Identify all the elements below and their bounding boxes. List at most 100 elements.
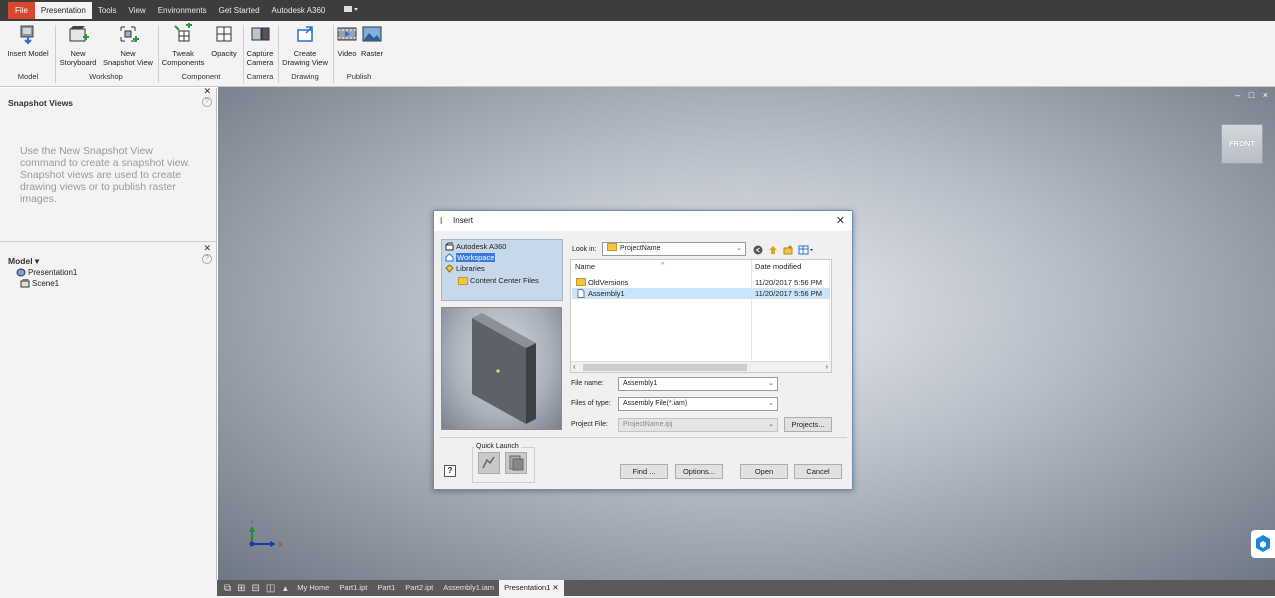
tree-item-presentation[interactable]: Presentation1 — [16, 268, 77, 277]
project-file-label: Project File: — [571, 421, 608, 428]
dialog-titlebar[interactable]: I Insert ✕ — [434, 211, 852, 231]
tab-assembly1-iam[interactable]: Assembly1.iam — [438, 580, 499, 596]
cloud-services-button[interactable] — [1251, 530, 1275, 558]
quick-launch-find-button[interactable] — [478, 452, 500, 474]
view-menu-icon[interactable] — [798, 245, 814, 255]
snapshot-views-title: Snapshot Views — [8, 98, 74, 108]
camera-icon — [251, 27, 270, 41]
back-icon[interactable] — [753, 245, 763, 255]
column-header-name[interactable]: Name — [575, 262, 595, 271]
tab-my-home[interactable]: My Home — [292, 580, 334, 596]
tweak-components-button[interactable]: Tweak Components — [160, 22, 206, 67]
tab-view[interactable]: View — [123, 2, 152, 19]
capture-camera-button[interactable]: Capture Camera — [244, 23, 276, 67]
model-pane-help-icon[interactable]: ? — [202, 254, 212, 264]
up-folder-icon[interactable] — [768, 245, 778, 255]
location-content-center[interactable]: Content Center Files — [458, 276, 539, 285]
location-label: Autodesk A360 — [456, 242, 507, 251]
capture-label-2: Camera — [246, 58, 274, 67]
tab-part2-ipt[interactable]: Part2.ipt — [400, 580, 438, 596]
tile-windows-icon[interactable]: ⊞ — [234, 583, 248, 594]
tile-vertical-icon[interactable]: ◫ — [263, 583, 278, 594]
tab-part1-ipt[interactable]: Part1.ipt — [334, 580, 372, 596]
cascade-windows-icon[interactable]: ⧉ — [221, 583, 234, 594]
help-button[interactable]: ? — [444, 465, 456, 477]
raster-button[interactable]: Raster — [360, 23, 384, 58]
panel-separator — [55, 25, 56, 83]
location-autodesk-a360[interactable]: Autodesk A360 — [445, 242, 506, 251]
scrollbar-thumb[interactable] — [583, 364, 747, 371]
snapshot-icon — [120, 26, 139, 42]
drawing-label-2: Drawing View — [282, 58, 328, 67]
panel-label-component: Component — [181, 72, 221, 81]
workspace-toggle-icon[interactable] — [331, 2, 365, 19]
model-pane-close-icon[interactable]: ✕ — [203, 243, 211, 254]
insert-model-icon — [20, 25, 34, 45]
video-button[interactable]: Video — [334, 23, 360, 58]
tab-file[interactable]: File — [8, 2, 35, 19]
cancel-button[interactable]: Cancel — [794, 464, 842, 479]
find-button[interactable]: Find ... — [620, 464, 668, 479]
location-label: Workspace — [456, 253, 496, 262]
folder-icon — [607, 243, 617, 251]
file-name-field[interactable]: Assembly1 ⌄ — [618, 377, 778, 391]
scroll-left-icon[interactable]: ‹ — [573, 362, 576, 371]
tile-horizontal-icon[interactable]: ⊟ — [249, 583, 263, 594]
new-folder-icon[interactable] — [783, 245, 793, 255]
open-button[interactable]: Open — [740, 464, 788, 479]
file-name-label: File name: — [571, 380, 604, 387]
location-libraries[interactable]: Libraries — [445, 264, 485, 273]
quick-launch-recent-button[interactable] — [505, 452, 527, 474]
new-snapshot-view-button[interactable]: New Snapshot View — [101, 23, 155, 67]
files-of-type-value: Assembly File(*.iam) — [623, 400, 688, 407]
file-row-oldversions[interactable]: OldVersions 11/20/2017 5:56 PM — [572, 277, 830, 288]
scroll-right-icon[interactable]: › — [825, 362, 828, 371]
tab-part1[interactable]: Part1 — [372, 580, 400, 596]
triad-y-label: Y — [250, 520, 254, 526]
viewcube-face-label: FRONT — [1229, 139, 1255, 148]
file-date: 11/20/2017 5:56 PM — [755, 289, 822, 298]
document-tab-bar: ⧉ ⊞ ⊟ ◫ ▲ My Home Part1.ipt Part1 Part2.… — [0, 580, 1275, 598]
location-label: Content Center Files — [470, 276, 539, 285]
viewcube[interactable]: FRONT — [1221, 124, 1263, 164]
tree-item-scene[interactable]: Scene1 — [20, 279, 59, 288]
new-storyboard-button[interactable]: New Storyboard — [57, 23, 99, 67]
create-drawing-view-button[interactable]: Create Drawing View — [279, 23, 331, 67]
column-header-date[interactable]: Date modified — [755, 262, 801, 271]
tab-presentation1[interactable]: Presentation1 ✕ — [499, 580, 564, 596]
cloud-hexagon-icon — [1256, 535, 1270, 552]
dialog-close-button[interactable]: ✕ — [836, 214, 845, 227]
project-file-dropdown: ProjectName.ipj ⌄ — [618, 418, 778, 432]
snapshot-pane-close-icon[interactable]: ✕ — [203, 86, 211, 97]
dialog-separator — [439, 437, 847, 438]
new-storyboard-label-2: Storyboard — [59, 58, 97, 67]
files-of-type-label: Files of type: — [571, 400, 611, 407]
tab-presentation[interactable]: Presentation — [34, 2, 92, 19]
video-icon — [337, 27, 357, 41]
location-workspace[interactable]: Workspace — [445, 253, 496, 262]
project-file-value: ProjectName.ipj — [623, 421, 673, 428]
model-pane-title[interactable]: Model ▾ — [8, 256, 39, 267]
panel-label-publish: Publish — [346, 72, 372, 81]
snapshot-pane-help-icon[interactable]: ? — [202, 97, 212, 107]
options-button[interactable]: Options... — [675, 464, 723, 479]
drawing-view-icon — [297, 26, 313, 42]
triad-x-label: X — [278, 542, 283, 549]
tab-tools[interactable]: Tools — [92, 2, 123, 19]
projects-button[interactable]: Projects... — [784, 417, 832, 432]
tab-get-started[interactable]: Get Started — [213, 2, 266, 19]
tab-autodesk-a360[interactable]: Autodesk A360 — [266, 2, 332, 19]
opacity-button[interactable]: Opacity — [207, 23, 241, 58]
look-in-dropdown[interactable]: ProjectName ⌄ — [602, 242, 746, 256]
viewport-window-controls[interactable]: – □ × — [1235, 90, 1271, 100]
horizontal-scrollbar[interactable]: ‹ › — [571, 361, 831, 372]
file-row-assembly1[interactable]: Assembly1 11/20/2017 5:56 PM — [572, 288, 830, 299]
tab-environments[interactable]: Environments — [152, 2, 213, 19]
file-name: OldVersions — [588, 278, 629, 287]
panel-label-drawing: Drawing — [291, 72, 319, 81]
insert-model-button[interactable]: Insert Model — [5, 23, 51, 58]
expand-tabs-icon[interactable]: ▲ — [278, 584, 292, 593]
scene-icon — [20, 279, 30, 288]
files-of-type-dropdown[interactable]: Assembly File(*.iam) ⌄ — [618, 397, 778, 411]
file-date: 11/20/2017 5:56 PM — [755, 278, 822, 287]
